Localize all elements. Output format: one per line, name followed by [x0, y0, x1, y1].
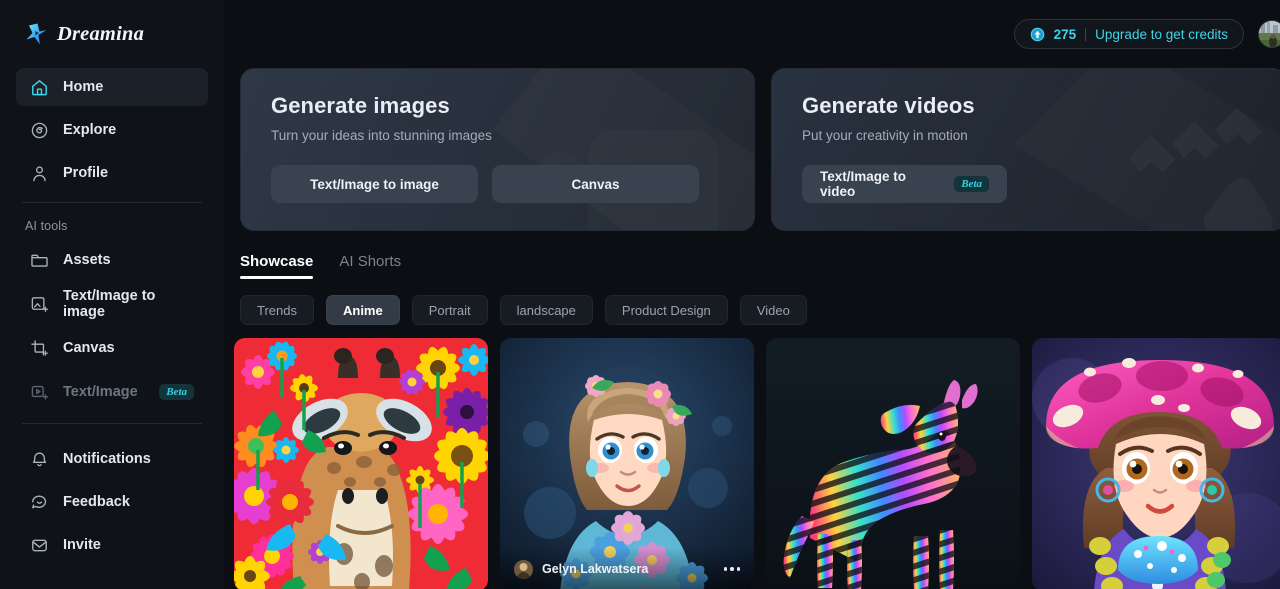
user-avatar[interactable] [1258, 20, 1280, 48]
banner-generate-images: Generate images Turn your ideas into stu… [240, 68, 755, 231]
author-avatar[interactable] [514, 559, 533, 579]
user-icon [33, 165, 46, 181]
sidebar-item-text-image-to-video[interactable]: Text/Image t... Beta [16, 373, 208, 411]
gallery-card[interactable]: Gelyn Lakwatsera [500, 338, 754, 589]
banner-subtitle: Turn your ideas into stunning images [271, 128, 492, 143]
upgrade-link[interactable]: Upgrade to get credits [1095, 27, 1228, 42]
tab-ai-shorts[interactable]: AI Shorts [339, 253, 401, 279]
gallery-card[interactable] [766, 338, 1020, 589]
credit-count: 275 [1053, 26, 1077, 42]
star-sparkle-icon [26, 23, 47, 45]
credits-pill[interactable]: 275 Upgrade to get credits [1013, 19, 1244, 49]
category-filters: Trends Anime Portrait landscape Product … [224, 279, 1280, 325]
sidebar-item-notifications[interactable]: Notifications [16, 440, 208, 478]
compass-icon [31, 122, 48, 138]
sidebar-item-profile[interactable]: Profile [16, 154, 208, 192]
sidebar-item-home[interactable]: Home [16, 68, 208, 106]
chip-video[interactable]: Video [739, 295, 807, 325]
gallery-card[interactable] [234, 338, 488, 589]
sidebar-item-assets[interactable]: Assets [16, 241, 208, 279]
banner-title: Generate images [271, 93, 450, 118]
sidebar-item-invite[interactable]: Invite [16, 526, 208, 564]
sidebar-footer-nav: Notifications Feedback Invite [16, 440, 208, 564]
invite-box-icon [32, 539, 47, 551]
content-tabs: Showcase AI Shorts [224, 231, 1280, 279]
artwork-giraffe-flowers [234, 338, 488, 589]
promo-banners: Generate images Turn your ideas into stu… [224, 68, 1280, 231]
chip-label: Anime [342, 302, 383, 318]
chip-anime[interactable]: Anime [325, 295, 400, 325]
sidebar-item-text-image-to-image[interactable]: Text/Image to image [16, 285, 208, 323]
bell-icon [32, 452, 47, 466]
text-image-to-video-button[interactable]: Text/Image to video Beta [802, 165, 1007, 203]
sidebar-item-canvas[interactable]: Canvas [16, 329, 208, 367]
beta-badge: Beta [159, 384, 194, 400]
sidebar-item-explore[interactable]: Explore [16, 111, 208, 149]
beta-badge: Beta [954, 176, 989, 192]
sidebar-primary-nav: Home Explore Profile [16, 68, 208, 192]
banner-subtitle: Put your creativity in motion [802, 128, 968, 143]
sidebar-item-label: Canvas [63, 340, 115, 356]
chip-landscape[interactable]: landscape [499, 295, 593, 325]
chip-label: Product Design [621, 302, 711, 318]
chip-label: landscape [516, 302, 576, 318]
sidebar-item-label: Assets [63, 252, 111, 268]
button-label: Text/Image to image [310, 176, 439, 192]
home-icon [32, 79, 47, 95]
text-image-to-image-button[interactable]: Text/Image to image [271, 165, 478, 203]
banner-actions: Text/Image to image Canvas [271, 165, 724, 203]
image-spark-icon [31, 296, 49, 312]
canvas-button[interactable]: Canvas [492, 165, 699, 203]
sidebar-item-label: Profile [63, 165, 109, 181]
chip-portrait[interactable]: Portrait [411, 295, 488, 325]
credit-coin-icon [1030, 27, 1044, 41]
app-root: Dreamina Home Explore Profile AI tools A… [0, 0, 1280, 589]
chip-product-design[interactable]: Product Design [604, 295, 728, 325]
sidebar-item-label: Home [63, 79, 104, 95]
topbar: 275 Upgrade to get credits [224, 0, 1280, 68]
tab-showcase[interactable]: Showcase [240, 253, 314, 279]
sidebar-item-label: Notifications [63, 451, 151, 467]
showcase-gallery: Gelyn Lakwatsera [224, 325, 1280, 589]
banner-generate-videos: Generate videos Put your creativity in m… [771, 68, 1280, 231]
banner-actions: Text/Image to video Beta [802, 165, 1255, 203]
sidebar: Dreamina Home Explore Profile AI tools A… [0, 0, 224, 589]
chip-label: Portrait [428, 302, 471, 318]
sidebar-section-ai-tools: AI tools [25, 219, 68, 233]
sidebar-item-label: Feedback [63, 494, 130, 510]
author-avatar-photo [514, 559, 533, 579]
tab-label: AI Shorts [339, 253, 402, 270]
sidebar-tools-nav: Assets Text/Image to image Canvas Text/I… [16, 241, 208, 411]
chip-label: Trends [257, 302, 297, 318]
chat-icon [32, 495, 47, 508]
button-label: Text/Image to video [820, 169, 907, 199]
brand-name: Dreamina [57, 22, 145, 45]
sidebar-item-label: Text/Image t... [63, 384, 138, 400]
canvas-crop-icon [31, 339, 49, 356]
artwork-mushroom-girl [1032, 338, 1280, 589]
video-spark-icon [31, 385, 49, 400]
sidebar-divider-2 [22, 423, 202, 424]
sidebar-item-feedback[interactable]: Feedback [16, 483, 208, 521]
folder-icon [31, 254, 48, 267]
button-label: Canvas [571, 176, 620, 192]
chip-trends[interactable]: Trends [240, 295, 314, 325]
artwork-rainbow-zebra [766, 338, 1020, 589]
author-name: Gelyn Lakwatsera [542, 562, 649, 576]
gallery-card[interactable] [1032, 338, 1280, 589]
chip-label: Video [756, 302, 790, 318]
sidebar-item-label: Invite [63, 537, 101, 553]
more-options-icon[interactable] [723, 567, 740, 571]
avatar-photo [1259, 21, 1280, 47]
sidebar-item-label: Explore [63, 122, 117, 138]
banner-title: Generate videos [802, 93, 975, 118]
card-overlay: Gelyn Lakwatsera [500, 547, 754, 589]
brand-logo[interactable]: Dreamina [16, 0, 208, 68]
tab-label: Showcase [240, 253, 314, 270]
pill-divider [1085, 27, 1087, 41]
sidebar-item-label: Text/Image to image [63, 288, 156, 320]
main-content: 275 Upgrade to get credits Generate imag… [224, 0, 1280, 589]
